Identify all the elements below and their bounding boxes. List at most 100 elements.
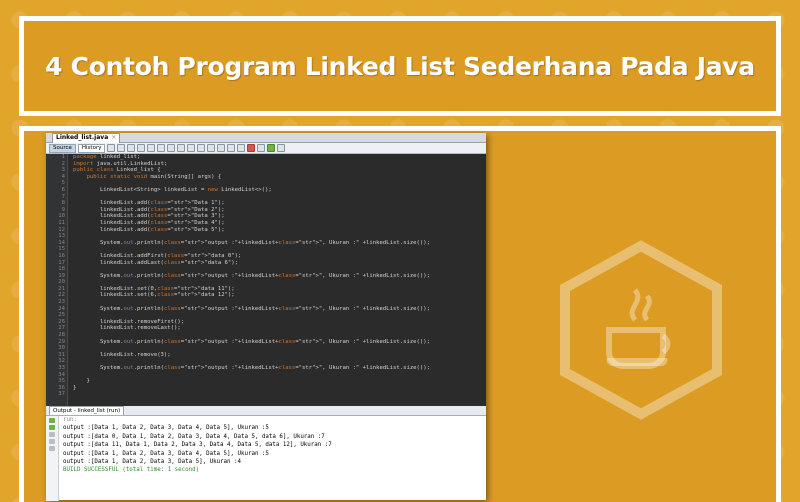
rerun-icon[interactable] [49, 418, 55, 423]
clear-icon[interactable] [49, 446, 55, 451]
code-line: linkedList.add(class="str">"Data 3"); [73, 213, 225, 220]
line-number: 13 [58, 233, 65, 240]
code-line: linkedList.add(class="str">"Data 5"); [73, 226, 225, 233]
find-previous-icon[interactable] [147, 144, 156, 152]
output-tab[interactable]: Output - linked_list (run) [49, 406, 125, 415]
page-title: 4 Contoh Program Linked List Sederhana P… [45, 51, 755, 81]
line-number: 35 [58, 378, 65, 385]
code-line: linkedList.remove(3); [73, 351, 171, 358]
output-line: output :[Data 1, Data 2, Data 3, Data 4,… [63, 425, 269, 432]
back-icon[interactable] [117, 144, 126, 152]
line-number: 5 [61, 180, 65, 187]
line-number: 6 [61, 186, 65, 193]
toggle-bookmark-icon[interactable] [197, 144, 206, 152]
find-next-icon[interactable] [157, 144, 166, 152]
line-number: 34 [58, 371, 65, 378]
code-line: linkedList.removeLast(); [73, 325, 181, 332]
line-number-gutter: 1 2 3 4 5 6 7 8 9 10 11 12 13 14 15 16 17 18 19 20 21 22 23 24 2… [46, 154, 68, 406]
source-button[interactable]: Source [49, 143, 76, 153]
line-number: 21 [58, 285, 65, 292]
output-line: output :[Data 1, Data 2, Data 3, Data 4,… [63, 450, 269, 457]
line-number: 8 [61, 200, 65, 207]
line-number: 19 [58, 272, 65, 279]
line-number: 7 [61, 193, 65, 200]
output-line: output :[data 0, Data 1, Data 2, Data 3,… [63, 433, 325, 440]
output-panel: Output - linked_list (run) run: output :[… [46, 406, 486, 501]
uncomment-icon[interactable] [237, 144, 246, 152]
title-banner: 4 Contoh Program Linked List Sederhana P… [19, 16, 781, 116]
line-number: 36 [58, 384, 65, 391]
line-number: 32 [58, 358, 65, 365]
code-line: linkedList.removeFirst(); [73, 318, 185, 325]
line-number: 15 [58, 246, 65, 253]
line-number: 37 [58, 391, 65, 398]
code-line: System.out.println(class="str">"output :… [73, 365, 431, 371]
format-icon[interactable] [277, 144, 286, 152]
code-editor[interactable]: 1 2 3 4 5 6 7 8 9 10 11 12 13 14 15 16 17 18 19 20 21 22 23 24 2… [46, 154, 486, 406]
line-number: 10 [58, 213, 65, 220]
line-number: 17 [58, 259, 65, 266]
stop-icon[interactable] [49, 432, 55, 437]
file-tab-bar: Linked_list.java × [46, 133, 486, 143]
output-tab-bar: Output - linked_list (run) [46, 406, 486, 416]
comment-icon[interactable] [227, 144, 236, 152]
output-line: run: [63, 417, 77, 423]
line-number: 14 [58, 239, 65, 246]
line-number: 11 [58, 219, 65, 226]
code-line: System.out.println(class="str">"output :… [73, 338, 431, 345]
file-tab-label: Linked_list.java [56, 134, 109, 141]
line-number: 20 [58, 279, 65, 286]
output-line: BUILD SUCCESSFUL (total time: 1 second) [63, 467, 200, 474]
code-line: linkedList.add(class="str">"Data 2"); [73, 206, 225, 213]
line-number: 29 [58, 338, 65, 345]
code-line: linkedList.add(class="str">"Data 4"); [73, 219, 225, 226]
code-line: linkedList.addLast(class="str">"data 6")… [73, 259, 239, 266]
toggle-highlight-icon[interactable] [167, 144, 176, 152]
last-edit-icon[interactable] [107, 144, 116, 152]
search-icon[interactable] [137, 144, 146, 152]
code-line: LinkedList<String> linkedList = new Link… [73, 186, 272, 193]
diff-icon[interactable] [267, 144, 276, 152]
line-number: 12 [58, 226, 65, 233]
line-number: 23 [58, 299, 65, 306]
line-number: 33 [58, 365, 65, 371]
settings-icon[interactable] [49, 439, 55, 444]
java-logo-icon [560, 240, 722, 420]
line-number: 27 [58, 325, 65, 332]
line-number: 26 [58, 318, 65, 325]
output-console[interactable]: run: output :[Data 1, Data 2, Data 3, Dat… [59, 416, 332, 501]
file-tab[interactable]: Linked_list.java × [52, 133, 121, 143]
code-line: System.out.println(class="str">"output :… [73, 272, 431, 279]
output-line: output :[Data 1, Data 2, Data 3, Data 5]… [63, 458, 241, 465]
code-line: public static void main(String[] args) { [86, 173, 222, 180]
bookmark-next-icon[interactable] [187, 144, 196, 152]
code-area[interactable]: package linked_list; import java.util.Lin… [68, 154, 486, 406]
line-number: 25 [58, 312, 65, 319]
bookmark-previous-icon[interactable] [177, 144, 186, 152]
line-number: 4 [61, 173, 65, 180]
close-icon[interactable]: × [111, 134, 116, 141]
history-button[interactable]: History [77, 143, 106, 153]
stop-macro-icon[interactable] [247, 144, 256, 152]
line-number: 18 [58, 266, 65, 273]
code-line: linkedList.addFirst(class="str">"data 0"… [73, 252, 242, 259]
line-number: 31 [58, 351, 65, 358]
rerun-with-options-icon[interactable] [49, 425, 55, 430]
editor-toolbar: Source History [46, 143, 486, 154]
forward-icon[interactable] [127, 144, 136, 152]
code-line: linkedList.set(0,class="str">"data 11"); [73, 285, 235, 292]
shift-right-icon[interactable] [217, 144, 226, 152]
line-number: 3 [61, 167, 65, 174]
record-macro-icon[interactable] [257, 144, 266, 152]
line-number: 16 [58, 252, 65, 259]
shift-left-icon[interactable] [207, 144, 216, 152]
output-side-toolbar [46, 416, 59, 501]
